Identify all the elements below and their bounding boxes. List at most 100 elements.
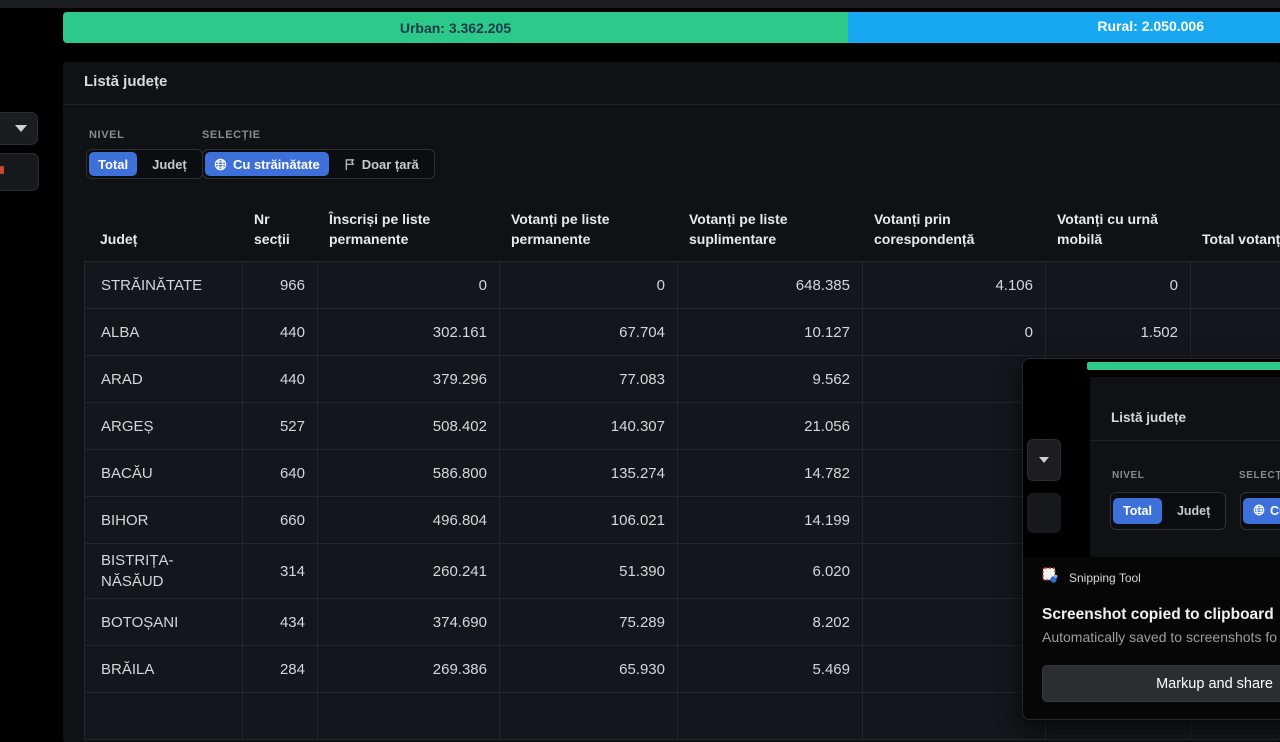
globe-icon bbox=[214, 158, 227, 171]
sidebar-dropdown-button[interactable] bbox=[0, 112, 38, 145]
preview-nivel-group: Total Județ bbox=[1110, 492, 1226, 530]
cell-value bbox=[863, 599, 1046, 645]
window-top-strip bbox=[0, 0, 1280, 8]
cell-value: 79.333 bbox=[1191, 309, 1280, 355]
panel-divider bbox=[63, 104, 1280, 105]
selectie-button-group: Cu străinătate Doar țară bbox=[202, 149, 435, 179]
selectie-doar-tara-button[interactable]: Doar țară bbox=[335, 152, 428, 176]
table-row: STRĂINĂTATE96600648.3854.1060652.491 bbox=[85, 262, 1280, 309]
preview-selectie-group: Cu străinătate bbox=[1240, 492, 1280, 530]
rural-bar-segment: Rural: 2.050.006 bbox=[848, 12, 1280, 43]
cell-county: BIHOR bbox=[85, 497, 243, 543]
cell-value bbox=[863, 544, 1046, 598]
cell-value: 314 bbox=[243, 544, 318, 598]
cell-value: 140.307 bbox=[500, 403, 678, 449]
urban-bar-label: Urban: 3.362.205 bbox=[400, 20, 511, 36]
cell-county: ARAD bbox=[85, 356, 243, 402]
cell-value: 135.274 bbox=[500, 450, 678, 496]
nivel-filter-label: NIVEL bbox=[89, 129, 124, 141]
preview-selectie-label: SELECȚIE bbox=[1239, 470, 1280, 481]
cell-value: 21.056 bbox=[678, 403, 863, 449]
cell-value bbox=[863, 497, 1046, 543]
preview-sidebar-dropdown bbox=[1027, 439, 1061, 481]
cell-county: BISTRIȚA-NĂSĂUD bbox=[85, 544, 243, 598]
cell-value bbox=[863, 356, 1046, 402]
rural-bar-label: Rural: 2.050.006 bbox=[1097, 18, 1204, 34]
cell-value: 302.161 bbox=[318, 309, 500, 355]
nivel-judet-button[interactable]: Județ bbox=[143, 152, 196, 176]
cell-value bbox=[863, 403, 1046, 449]
screenshot-preview[interactable]: Listă județe NIVEL SELECȚIE Total Județ … bbox=[1023, 359, 1280, 557]
cell-value: 8.202 bbox=[678, 599, 863, 645]
cell-value bbox=[500, 693, 678, 739]
cell-value: 75.289 bbox=[500, 599, 678, 645]
cell-value: 379.296 bbox=[318, 356, 500, 402]
cell-value: 260.241 bbox=[318, 544, 500, 598]
cell-value: 4.106 bbox=[863, 262, 1046, 308]
selectie-filter-label: SELECȚIE bbox=[202, 129, 261, 141]
cell-value: 1.502 bbox=[1046, 309, 1191, 355]
preview-total-button: Total bbox=[1113, 498, 1162, 524]
sidebar-fragment[interactable] bbox=[0, 153, 39, 191]
nivel-total-button[interactable]: Total bbox=[89, 152, 137, 176]
sidebar-red-icon-fragment bbox=[0, 166, 4, 174]
selectie-option-label: Doar țară bbox=[362, 157, 419, 172]
cell-value: 77.083 bbox=[500, 356, 678, 402]
preview-nivel-label: NIVEL bbox=[1112, 470, 1144, 481]
snipping-tool-toast[interactable]: Listă județe NIVEL SELECȚIE Total Județ … bbox=[1022, 358, 1280, 720]
cell-value bbox=[863, 450, 1046, 496]
preview-selectie-option-label: Cu străinătate bbox=[1270, 504, 1280, 518]
table-row: ALBA440302.16167.70410.12701.50279.333 bbox=[85, 309, 1280, 356]
cell-value: 0 bbox=[1046, 262, 1191, 308]
cell-value: 0 bbox=[318, 262, 500, 308]
cell-value: 5.469 bbox=[678, 646, 863, 692]
urban-bar-segment: Urban: 3.362.205 bbox=[63, 12, 848, 43]
cell-county: ALBA bbox=[85, 309, 243, 355]
preview-judet-button: Județ bbox=[1167, 498, 1220, 524]
toast-subtitle: Automatically saved to screenshots fo bbox=[1042, 629, 1277, 645]
cell-value: 269.386 bbox=[318, 646, 500, 692]
cell-value: 0 bbox=[500, 262, 678, 308]
column-header: Nr secții bbox=[242, 195, 317, 261]
cell-value: 14.199 bbox=[678, 497, 863, 543]
cell-value: 652.491 bbox=[1191, 262, 1280, 308]
chevron-down-icon bbox=[1039, 457, 1049, 463]
cell-value: 10.127 bbox=[678, 309, 863, 355]
column-header: Votanți prin corespondență bbox=[862, 195, 1045, 261]
preview-panel-title: Listă județe bbox=[1111, 410, 1186, 425]
preview-panel-divider bbox=[1090, 440, 1280, 441]
cell-county: BRĂILA bbox=[85, 646, 243, 692]
preview-cu-strainatate-button: Cu străinătate bbox=[1243, 498, 1280, 524]
cell-value: 65.930 bbox=[500, 646, 678, 692]
cell-county: BACĂU bbox=[85, 450, 243, 496]
cell-value bbox=[678, 693, 863, 739]
cell-county: ARGEȘ bbox=[85, 403, 243, 449]
cell-value: 496.804 bbox=[318, 497, 500, 543]
column-header: Votanți pe liste permanente bbox=[499, 195, 677, 261]
chevron-down-icon bbox=[15, 125, 27, 132]
column-header: Total votanți bbox=[1190, 195, 1280, 261]
preview-panel: Listă județe NIVEL SELECȚIE Total Județ … bbox=[1090, 377, 1280, 557]
panel-title: Listă județe bbox=[84, 73, 167, 90]
cell-value: 527 bbox=[243, 403, 318, 449]
toast-header: Snipping Tool bbox=[1042, 567, 1141, 589]
cell-value: 640 bbox=[243, 450, 318, 496]
flag-icon bbox=[344, 158, 356, 171]
markup-and-share-button[interactable]: Markup and share bbox=[1042, 665, 1280, 702]
preview-urban-bar bbox=[1087, 362, 1280, 370]
cell-value bbox=[863, 693, 1046, 739]
selectie-cu-strainatate-button[interactable]: Cu străinătate bbox=[205, 152, 329, 176]
snipping-tool-icon bbox=[1042, 567, 1059, 589]
cell-value: 67.704 bbox=[500, 309, 678, 355]
selectie-option-label: Cu străinătate bbox=[233, 157, 320, 172]
urban-rural-stat-bar: Urban: 3.362.205 Rural: 2.050.006 bbox=[63, 12, 1280, 43]
cell-value: 14.782 bbox=[678, 450, 863, 496]
cell-value: 440 bbox=[243, 309, 318, 355]
cell-value: 440 bbox=[243, 356, 318, 402]
column-header: Votanți pe liste suplimentare bbox=[677, 195, 862, 261]
column-header: Înscriși pe liste permanente bbox=[317, 195, 499, 261]
column-header: Județ bbox=[84, 195, 242, 261]
preview-sidebar-fragment bbox=[1027, 493, 1061, 533]
cell-value: 6.020 bbox=[678, 544, 863, 598]
cell-value: 0 bbox=[863, 309, 1046, 355]
